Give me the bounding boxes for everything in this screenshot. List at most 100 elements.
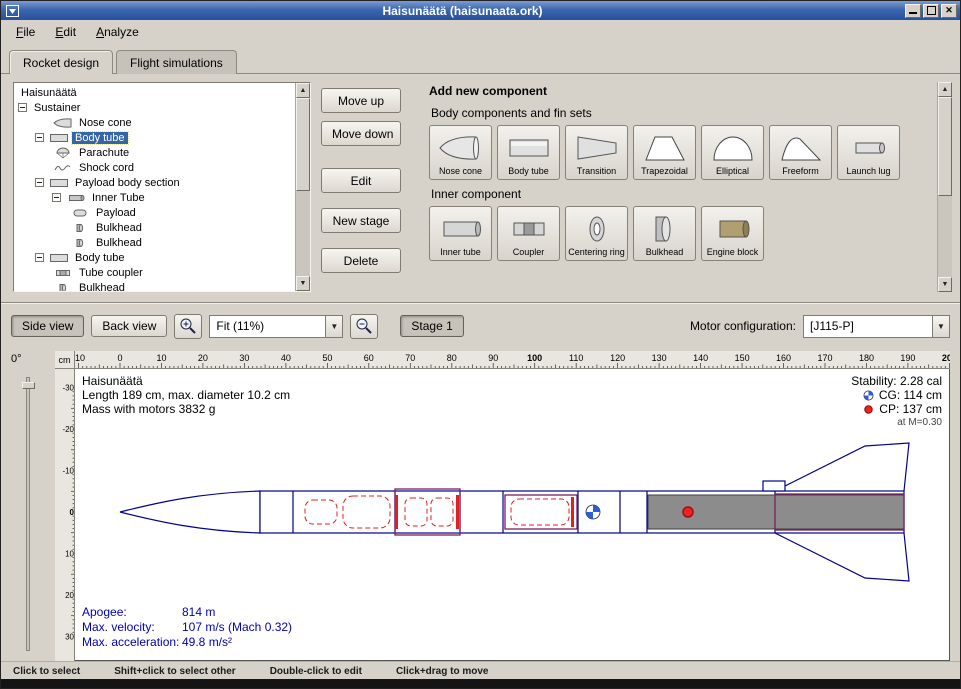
pal-body-tube-icon <box>506 128 552 167</box>
svg-text:90: 90 <box>488 353 498 363</box>
titlebar[interactable]: Haisunäätä (haisunaata.ork) ✕ <box>1 1 960 20</box>
side-view-button[interactable]: Side view <box>11 315 84 337</box>
expander-icon[interactable] <box>18 103 27 112</box>
palette-item-freeform[interactable]: Freeform <box>769 125 832 180</box>
rocket-canvas[interactable]: Haisunäätä Length 189 cm, max. diameter … <box>75 369 950 661</box>
svg-text:180: 180 <box>859 353 874 363</box>
close-button[interactable]: ✕ <box>941 4 957 18</box>
scroll-down-icon[interactable]: ▼ <box>296 276 310 291</box>
cg-marker[interactable] <box>586 505 600 519</box>
expander-icon[interactable] <box>35 178 44 187</box>
flight-stat-label: Apogee: <box>82 605 182 620</box>
palette-item-bulkhead[interactable]: Bulkhead <box>633 206 696 261</box>
rocket-name: Haisunäätä <box>82 374 290 388</box>
tab-rocket-design[interactable]: Rocket design <box>9 50 113 74</box>
tree-item-bulkhead[interactable]: Bulkhead <box>14 235 295 250</box>
mach-readout: at M=0.30 <box>851 416 942 430</box>
window-controls: ✕ <box>905 4 957 18</box>
tree-item-bulkhead[interactable]: Bulkhead <box>14 280 295 291</box>
palette-item-coupler[interactable]: Coupler <box>497 206 560 261</box>
scrollbar-thumb[interactable] <box>296 98 310 191</box>
tree-item-body-tube[interactable]: Body tube <box>14 130 295 145</box>
tree-item-sustainer[interactable]: Sustainer <box>14 100 295 115</box>
new-stage-button[interactable]: New stage <box>321 208 401 233</box>
fin-top-shape[interactable] <box>775 443 909 491</box>
tree-item-bulkhead[interactable]: Bulkhead <box>14 220 295 235</box>
bulkhead-shape[interactable] <box>456 495 459 529</box>
minimize-button[interactable] <box>905 4 921 18</box>
rotation-slider[interactable] <box>26 377 30 651</box>
expander-icon[interactable] <box>35 133 44 142</box>
tab-flight-simulations[interactable]: Flight simulations <box>116 50 237 74</box>
window-menu-icon[interactable] <box>4 4 20 18</box>
menu-analyze[interactable]: Analyze <box>87 22 148 42</box>
bulkhead-icon <box>69 237 91 249</box>
scrollbar-thumb[interactable] <box>938 97 952 196</box>
scroll-up-icon[interactable]: ▲ <box>296 83 310 98</box>
palette-item-trapezoidal[interactable]: Trapezoidal <box>633 125 696 180</box>
nose-cone-shape[interactable] <box>120 491 260 533</box>
pal-bulkhead-icon <box>642 209 688 248</box>
back-view-button[interactable]: Back view <box>91 315 167 337</box>
expander-icon[interactable] <box>52 193 61 202</box>
svg-text:190: 190 <box>900 353 915 363</box>
palette-item-inner-tube[interactable]: Inner tube <box>429 206 492 261</box>
palette-item-launch-lug[interactable]: Launch lug <box>837 125 900 180</box>
tree-item-inner-tube[interactable]: Inner Tube <box>14 190 295 205</box>
zoom-in-button[interactable] <box>174 314 202 339</box>
scrollbar-track[interactable] <box>296 98 310 276</box>
tree-item-nose-cone[interactable]: Nose cone <box>14 115 295 130</box>
close-icon: ✕ <box>945 6 953 15</box>
scrollbar-track[interactable] <box>938 97 952 277</box>
bulkhead-shape[interactable] <box>395 495 398 529</box>
svg-text:50: 50 <box>322 353 332 363</box>
body-tube-icon <box>48 132 70 144</box>
view-toolbar: Side view Back view Fit (11%) ▼ Stage 1 … <box>1 303 960 349</box>
tree-item-label: Body tube <box>72 252 128 264</box>
chevron-down-icon[interactable]: ▼ <box>325 316 342 337</box>
design-panel: HaisunäätäSustainerNose coneBody tubePar… <box>1 74 960 302</box>
move-down-button[interactable]: Move down <box>321 121 401 146</box>
tree-item-payload-body-section[interactable]: Payload body section <box>14 175 295 190</box>
zoom-out-button[interactable] <box>350 314 378 339</box>
move-up-button[interactable]: Move up <box>321 88 401 113</box>
menu-file[interactable]: File <box>7 22 44 42</box>
palette-item-engine-block[interactable]: Engine block <box>701 206 764 261</box>
palette-scrollbar[interactable]: ▲ ▼ <box>937 82 952 292</box>
palette-item-elliptical[interactable]: Elliptical <box>701 125 764 180</box>
hint-click-drag-to-move: Click+drag to move <box>396 666 489 677</box>
tree-item-label: Inner Tube <box>89 192 148 204</box>
tree-item-haisun-t[interactable]: Haisunäätä <box>14 85 295 100</box>
window-bottom-edge <box>1 679 960 688</box>
palette-item-nose-cone[interactable]: Nose cone <box>429 125 492 180</box>
scroll-down-icon[interactable]: ▼ <box>938 277 952 292</box>
palette-item-transition[interactable]: Transition <box>565 125 628 180</box>
svg-text:80: 80 <box>447 353 457 363</box>
rotation-slider-thumb[interactable] <box>22 382 35 389</box>
cg-readout: CG: 114 cm <box>851 388 942 402</box>
bulkhead-shape[interactable] <box>571 497 574 527</box>
cp-marker[interactable] <box>683 507 693 517</box>
tree-item-shock-cord[interactable]: Shock cord <box>14 160 295 175</box>
tree-item-tube-coupler[interactable]: Tube coupler <box>14 265 295 280</box>
zoom-level-select[interactable]: Fit (11%) ▼ <box>209 315 343 338</box>
stage-1-button[interactable]: Stage 1 <box>400 315 463 337</box>
fin-bottom-shape[interactable] <box>775 533 909 581</box>
component-tree[interactable]: HaisunäätäSustainerNose coneBody tubePar… <box>14 83 295 291</box>
tree-scrollbar[interactable]: ▲ ▼ <box>295 83 310 291</box>
expander-icon[interactable] <box>35 253 44 262</box>
tree-item-parachute[interactable]: Parachute <box>14 145 295 160</box>
scroll-up-icon[interactable]: ▲ <box>938 82 952 97</box>
palette-item-body-tube[interactable]: Body tube <box>497 125 560 180</box>
menu-edit[interactable]: Edit <box>46 22 85 42</box>
tree-item-label: Payload body section <box>72 177 183 189</box>
delete-button[interactable]: Delete <box>321 248 401 273</box>
maximize-button[interactable] <box>923 4 939 18</box>
tree-item-body-tube[interactable]: Body tube <box>14 250 295 265</box>
motor-configuration-select[interactable]: [J115-P] ▼ <box>803 315 950 338</box>
launch-lug-shape[interactable] <box>763 481 785 491</box>
tree-item-payload[interactable]: Payload <box>14 205 295 220</box>
chevron-down-icon[interactable]: ▼ <box>932 316 949 337</box>
edit-button[interactable]: Edit <box>321 168 401 193</box>
palette-item-centering-ring[interactable]: Centering ring <box>565 206 628 261</box>
